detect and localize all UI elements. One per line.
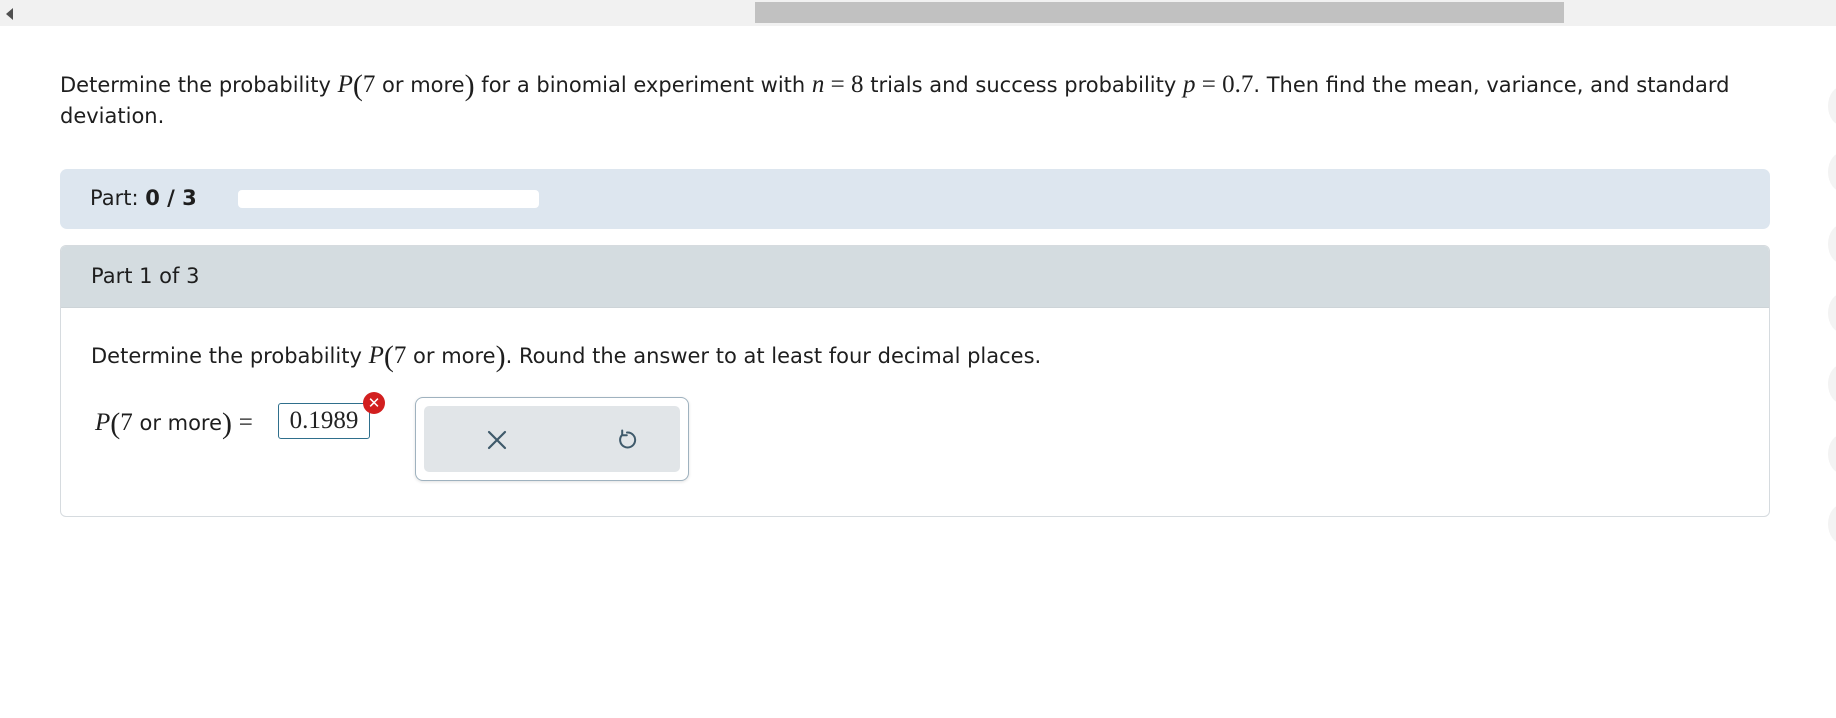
math-var: n: [811, 71, 825, 98]
clear-button[interactable]: [479, 422, 515, 458]
undo-icon: [619, 429, 637, 449]
progress-track: [238, 190, 539, 208]
part-progress-bar: Part: 0 / 3: [60, 169, 1770, 229]
math-eq: =: [238, 409, 253, 436]
side-tool-button[interactable]: [1828, 364, 1836, 404]
question-text: . Round the answer to at least four deci…: [505, 344, 1042, 368]
math-var: P: [368, 342, 384, 369]
answer-tools-panel: [424, 406, 680, 472]
part-card-header: Part 1 of 3: [61, 246, 1769, 308]
problem-text: for a binomial experiment with: [481, 73, 806, 97]
scroll-left-arrow-icon[interactable]: [6, 8, 13, 20]
side-tool-button[interactable]: [1828, 86, 1836, 126]
problem-statement: Determine the probability P(7 or more) f…: [60, 69, 1730, 129]
math-text: or more: [382, 73, 465, 97]
math-var: p: [1182, 71, 1196, 98]
math-number: 7: [362, 71, 376, 98]
problem-text: trials and success probability: [870, 73, 1177, 97]
math-var: P: [95, 409, 111, 436]
part-progress-count: 0 / 3: [145, 186, 197, 210]
side-tool-button[interactable]: [1828, 293, 1836, 333]
part-card: Part 1 of 3: [60, 245, 1770, 517]
math-number: 7: [120, 409, 133, 436]
math-text: or more: [413, 344, 496, 368]
problem-text: Determine the probability: [60, 73, 331, 97]
horizontal-scrollbar[interactable]: [0, 0, 1836, 26]
math-eq: =: [1201, 71, 1216, 98]
answer-expression: P(7 or more) =: [95, 407, 253, 440]
part-heading: Part 1 of 3: [91, 264, 200, 288]
side-tool-button[interactable]: [1828, 434, 1836, 474]
answer-input[interactable]: 0.1989: [278, 403, 370, 439]
math-number: 0.7: [1222, 71, 1254, 98]
side-tool-button[interactable]: [1828, 504, 1836, 544]
part-question: Determine the probability P(7 or more). …: [91, 340, 1042, 373]
math-eq: =: [830, 71, 845, 98]
side-tool-button[interactable]: [1828, 152, 1836, 192]
math-number: 8: [851, 71, 864, 98]
part-progress-label: Part: 0 / 3: [90, 186, 197, 210]
math-number: 7: [393, 342, 407, 369]
answer-tools-popup: [415, 397, 689, 481]
incorrect-icon: ✕: [363, 392, 385, 414]
question-text: Determine the probability: [91, 344, 362, 368]
math-var: P: [337, 71, 353, 98]
side-tool-button[interactable]: [1828, 224, 1836, 264]
math-text: or more: [139, 411, 223, 435]
undo-button[interactable]: [609, 422, 645, 458]
close-icon: [487, 430, 507, 450]
scrollbar-thumb[interactable]: [755, 2, 1564, 23]
